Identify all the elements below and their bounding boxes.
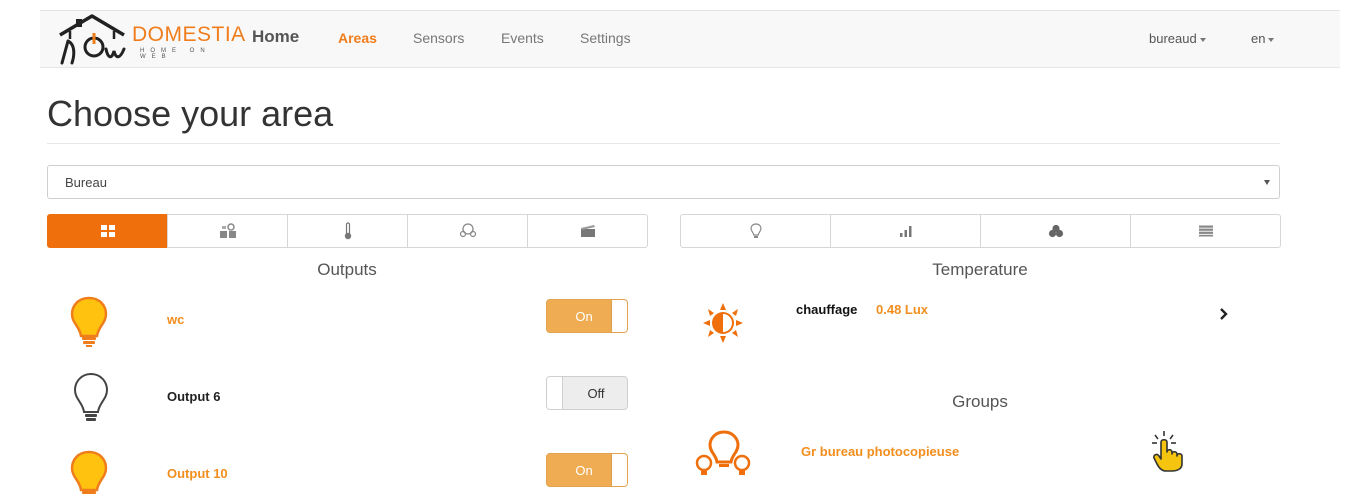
lightbulb-on-icon [70,296,108,347]
tab-scenes[interactable] [527,214,648,248]
tab-all[interactable] [47,214,168,248]
group-name: Gr bureau photocopieuse [801,444,960,459]
sensor-value: 0.48 Lux [876,302,929,317]
caret-down-icon [1268,37,1275,42]
output-toggle-6[interactable]: Off [546,376,628,410]
select-arrow-icon [1264,180,1270,185]
outputs-title: Outputs [317,260,377,279]
brand-logo[interactable]: DOMESTIA HOME ON WEB [56,13,246,65]
output-name-10: Output 10 [167,466,228,481]
toggle-label: On [575,463,593,478]
tab-light-sensors[interactable] [680,214,831,248]
language-menu[interactable]: en [1251,31,1275,46]
chevron-right-icon[interactable] [1219,308,1228,320]
bulb-group-icon [695,430,751,475]
output-name-6: Output 6 [167,389,221,404]
lightbulb-icon [749,223,762,238]
brand-name: DOMESTIA [132,23,246,46]
nav-link-sensors[interactable]: Sensors [413,30,464,46]
output-toggle-10[interactable]: On [546,453,628,487]
nav-link-areas[interactable]: Areas [338,30,377,46]
devices-icon [219,223,236,238]
user-menu[interactable]: bureaud [1149,31,1206,46]
area-select[interactable]: Bureau [47,165,1280,199]
nav-home[interactable]: Home [252,27,299,47]
sun-icon [703,303,743,343]
output-name-wc: wc [167,312,185,327]
nav-link-settings[interactable]: Settings [580,30,631,46]
shutter-icon [1198,225,1213,237]
lightbulb-on-icon [70,450,108,494]
toggle-label: Off [587,386,605,401]
tab-lights[interactable] [407,214,528,248]
caret-down-icon [1199,37,1206,42]
tab-colors[interactable] [980,214,1131,248]
nav-link-events[interactable]: Events [501,30,544,46]
hand-pointer-icon[interactable] [1150,430,1186,472]
grid-icon [100,225,115,237]
page-title: Choose your area [47,93,334,134]
divider [47,143,1280,144]
toggle-knob [611,300,627,332]
signal-icon [899,226,911,237]
toggle-knob [547,377,563,409]
navbar: DOMESTIA HOME ON WEB Home Areas Sensors … [40,10,1340,68]
tab-temperature[interactable] [287,214,408,248]
sensor-name: chauffage [796,302,858,317]
house-logo-icon [59,14,126,65]
clapperboard-icon [580,225,595,237]
output-toggle-wc[interactable]: On [546,299,628,333]
lightbulb-off-icon [73,372,109,421]
area-select-value: Bureau [65,175,107,190]
tab-devices[interactable] [167,214,288,248]
bulbs-icon [459,223,476,238]
circles-icon [1048,224,1063,238]
thermometer-icon [344,222,351,240]
toggle-knob [611,454,627,486]
tab-shutters[interactable] [1130,214,1281,248]
left-tab-group [47,214,648,248]
toggle-label: On [575,309,593,324]
temperature-title: Temperature [932,260,1028,279]
brand-tagline: HOME ON WEB [140,48,211,60]
language-code: en [1251,31,1266,46]
user-name: bureaud [1149,31,1197,46]
tab-levels[interactable] [830,214,981,248]
groups-title: Groups [952,392,1008,411]
right-tab-group [680,214,1281,248]
